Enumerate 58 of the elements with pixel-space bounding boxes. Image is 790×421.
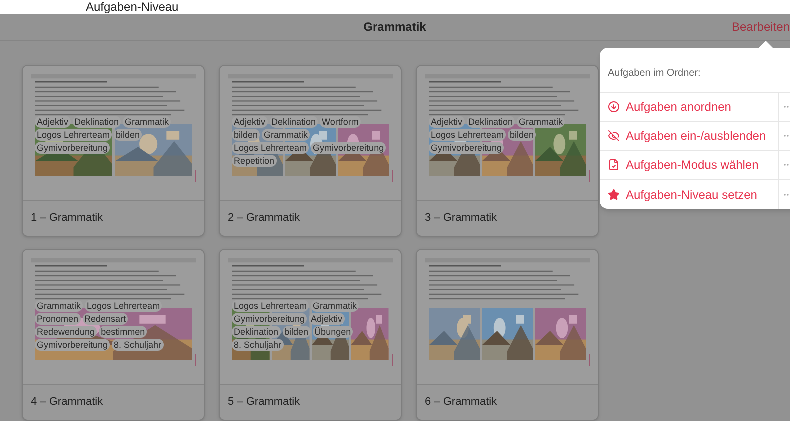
card-title: 4 – Grammatik: [31, 395, 104, 410]
worksheet-card[interactable]: Grammatik Logos Lehrerteam Pronomen Redensart Redewendung bestimmen Gymivorbereitung 8. Schuljahr 4 – Grammatik: [22, 249, 205, 421]
tag-label: Adjektiv: [35, 116, 71, 128]
tag-label: Gymivorbereitung: [232, 313, 308, 325]
tag-label: bilden: [508, 129, 536, 141]
tag-label: Deklination: [232, 326, 281, 338]
tag-label: Adjektiv: [232, 116, 268, 128]
tag-label: Gymivorbereitung: [35, 142, 110, 154]
card-title: 6 – Grammatik: [425, 395, 498, 410]
tag-label: Wortform: [320, 116, 361, 128]
star-icon: [608, 188, 620, 200]
tag-label: bilden: [114, 129, 142, 141]
top-heading: Aufgaben-Niveau: [86, 0, 179, 14]
card-title: 5 – Grammatik: [228, 395, 300, 410]
card-title: 3 – Grammatik: [425, 211, 498, 226]
tag-label: Grammatik: [517, 116, 566, 128]
tag-label: Deklination: [466, 116, 516, 128]
tag-label: 8. Schuljahr: [112, 339, 164, 351]
tag-label: Grammatik: [311, 300, 360, 312]
worksheet-card[interactable]: Logos Lehrerteam Grammatik Gymivorbereitung Adjektiv Deklination bilden Übungen 8. Schuljahr 5 – Grammatik: [219, 249, 402, 421]
tag-label: bestimmen: [99, 326, 148, 338]
tag-label: Logos Lehrerteam: [85, 300, 162, 312]
tag-label: Adjektiv: [309, 313, 345, 325]
tag-label: Logos Lehrerteam: [232, 142, 310, 154]
tag-label: Grammatik: [35, 300, 84, 312]
worksheet-card[interactable]: 6 – Grammatik: [416, 249, 599, 421]
tag-label: Gymivorbereitung: [311, 142, 386, 154]
menu-item[interactable]: Aufgaben ein-/ausblenden: [600, 122, 778, 150]
tag-label: Deklination: [270, 116, 318, 128]
tag-label: Redensart: [82, 313, 128, 325]
tag-label: Gymivorbereitung: [429, 142, 504, 154]
worksheet-card[interactable]: Adjektiv Deklination Wortform bilden Grammatik Logos Lehrerteam Gymivorbereitung Repetition 2 – Grammatik: [219, 65, 402, 237]
menu-item[interactable]: Aufgaben-Niveau setzen: [600, 180, 778, 209]
popover-heading: Aufgaben im Ordner:: [608, 68, 701, 79]
card-title: 2 – Grammatik: [228, 211, 300, 226]
eye-off-icon: [608, 130, 620, 142]
tag-label: Gymivorbereitung: [35, 339, 110, 351]
worksheet-card[interactable]: Adjektiv Deklination Grammatik Logos Lehrerteam bilden Gymivorbereitung 1 – Grammatik: [22, 65, 205, 237]
tag-label: Deklination: [72, 116, 122, 128]
card-title: 1 – Grammatik: [31, 211, 104, 226]
tag-label: 8. Schuljahr: [232, 339, 284, 351]
tag-label: Redewendung: [35, 326, 98, 338]
tag-label: bilden: [282, 326, 311, 338]
tag-label: Logos Lehrerteam: [232, 300, 310, 312]
tag-label: Logos Lehrerteam: [429, 129, 506, 141]
tag-label: Pronomen: [35, 313, 81, 325]
tag-label: Grammatik: [123, 116, 172, 128]
tag-label: Logos Lehrerteam: [35, 129, 112, 141]
tag-label: Adjektiv: [429, 116, 465, 128]
tag-label: bilden: [232, 129, 260, 141]
worksheet-card[interactable]: Adjektiv Deklination Grammatik Logos Lehrerteam bilden Gymivorbereitung 3 – Grammatik: [416, 65, 599, 237]
menu-item[interactable]: Aufgaben anordnen: [600, 93, 778, 121]
file-check-icon: [608, 159, 620, 171]
menu-item[interactable]: Aufgaben-Modus wählen: [600, 151, 778, 179]
tag-label: Grammatik: [262, 129, 310, 141]
tag-label: Repetition: [232, 155, 277, 167]
tag-label: Übungen: [312, 326, 354, 338]
header-title: Grammatik: [364, 19, 426, 36]
